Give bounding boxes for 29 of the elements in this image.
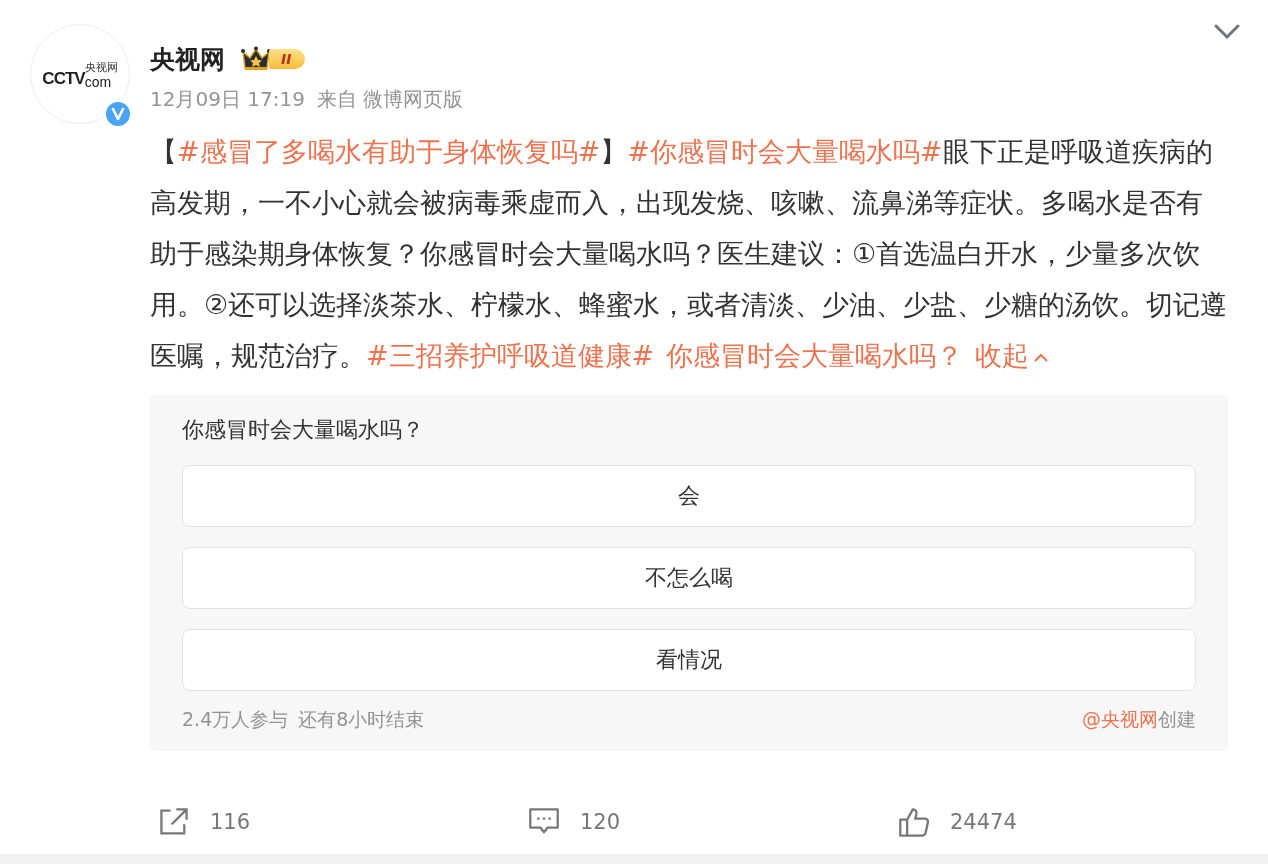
thumbs-up-icon[interactable] [898, 806, 930, 838]
comment-count: 120 [580, 810, 621, 834]
topic-link[interactable]: #三招养护呼吸道健康# [366, 340, 655, 371]
repost-count: 116 [210, 810, 251, 834]
poll-option[interactable]: 看情况 [182, 629, 1196, 691]
poll-option[interactable]: 不怎么喝 [182, 547, 1196, 609]
poll-option[interactable]: 会 [182, 465, 1196, 527]
poll-question: 你感冒时会大量喝水吗？ [182, 416, 425, 444]
time-remaining: 还有8小时结束 [298, 707, 425, 732]
logo-text: 央视网 [84, 59, 118, 74]
member-badge: II [241, 46, 306, 72]
topic-link[interactable]: 你感冒时会大量喝水吗？ [666, 340, 964, 371]
created-label: 创建 [1158, 708, 1196, 730]
chevron-down-icon[interactable] [1214, 24, 1240, 40]
crown-icon [241, 46, 271, 72]
share-icon[interactable] [158, 806, 190, 838]
collapse-link[interactable]: 收起 [975, 340, 1050, 371]
like-count: 24474 [950, 810, 1017, 834]
author-name[interactable]: 央视网 [150, 42, 225, 76]
post-text: 【#感冒了多喝水有助于身体恢复吗#】#你感冒时会大量喝水吗#眼下正是呼吸道疾病的高发期，一不小心就会被病毒乘虚而入，出现发烧、咳嗽、流鼻涕等症状。多喝水是否有助于感染期身体恢复？你感冒时会大量喝水吗？医生建议：①首选温白开水，少量多次饮用。②还可以选择淡茶水、柠檬水、蜂蜜水，或者清淡、少油、少盐、少糖的汤饮。切记遵医嘱，规范治疗。#三招养护呼吸道健康# 你感冒时会大量喝水吗？ 收起 [150, 135, 1228, 373]
post-time[interactable]: 12月09日 17:19 [150, 86, 305, 113]
topic-link[interactable]: #感冒了多喝水有助于身体恢复吗# [177, 136, 601, 167]
participant-count: 2.4万人参与 [182, 707, 289, 732]
topic-link[interactable]: #你感冒时会大量喝水吗# [627, 136, 943, 167]
chevron-up-icon[interactable] [1033, 352, 1050, 363]
post-source: 来自 微博网页版 [316, 86, 464, 113]
creator-link[interactable]: @央视网 [1082, 708, 1158, 730]
logo-text: CCTV [42, 68, 85, 89]
logo-text: com [84, 74, 112, 89]
